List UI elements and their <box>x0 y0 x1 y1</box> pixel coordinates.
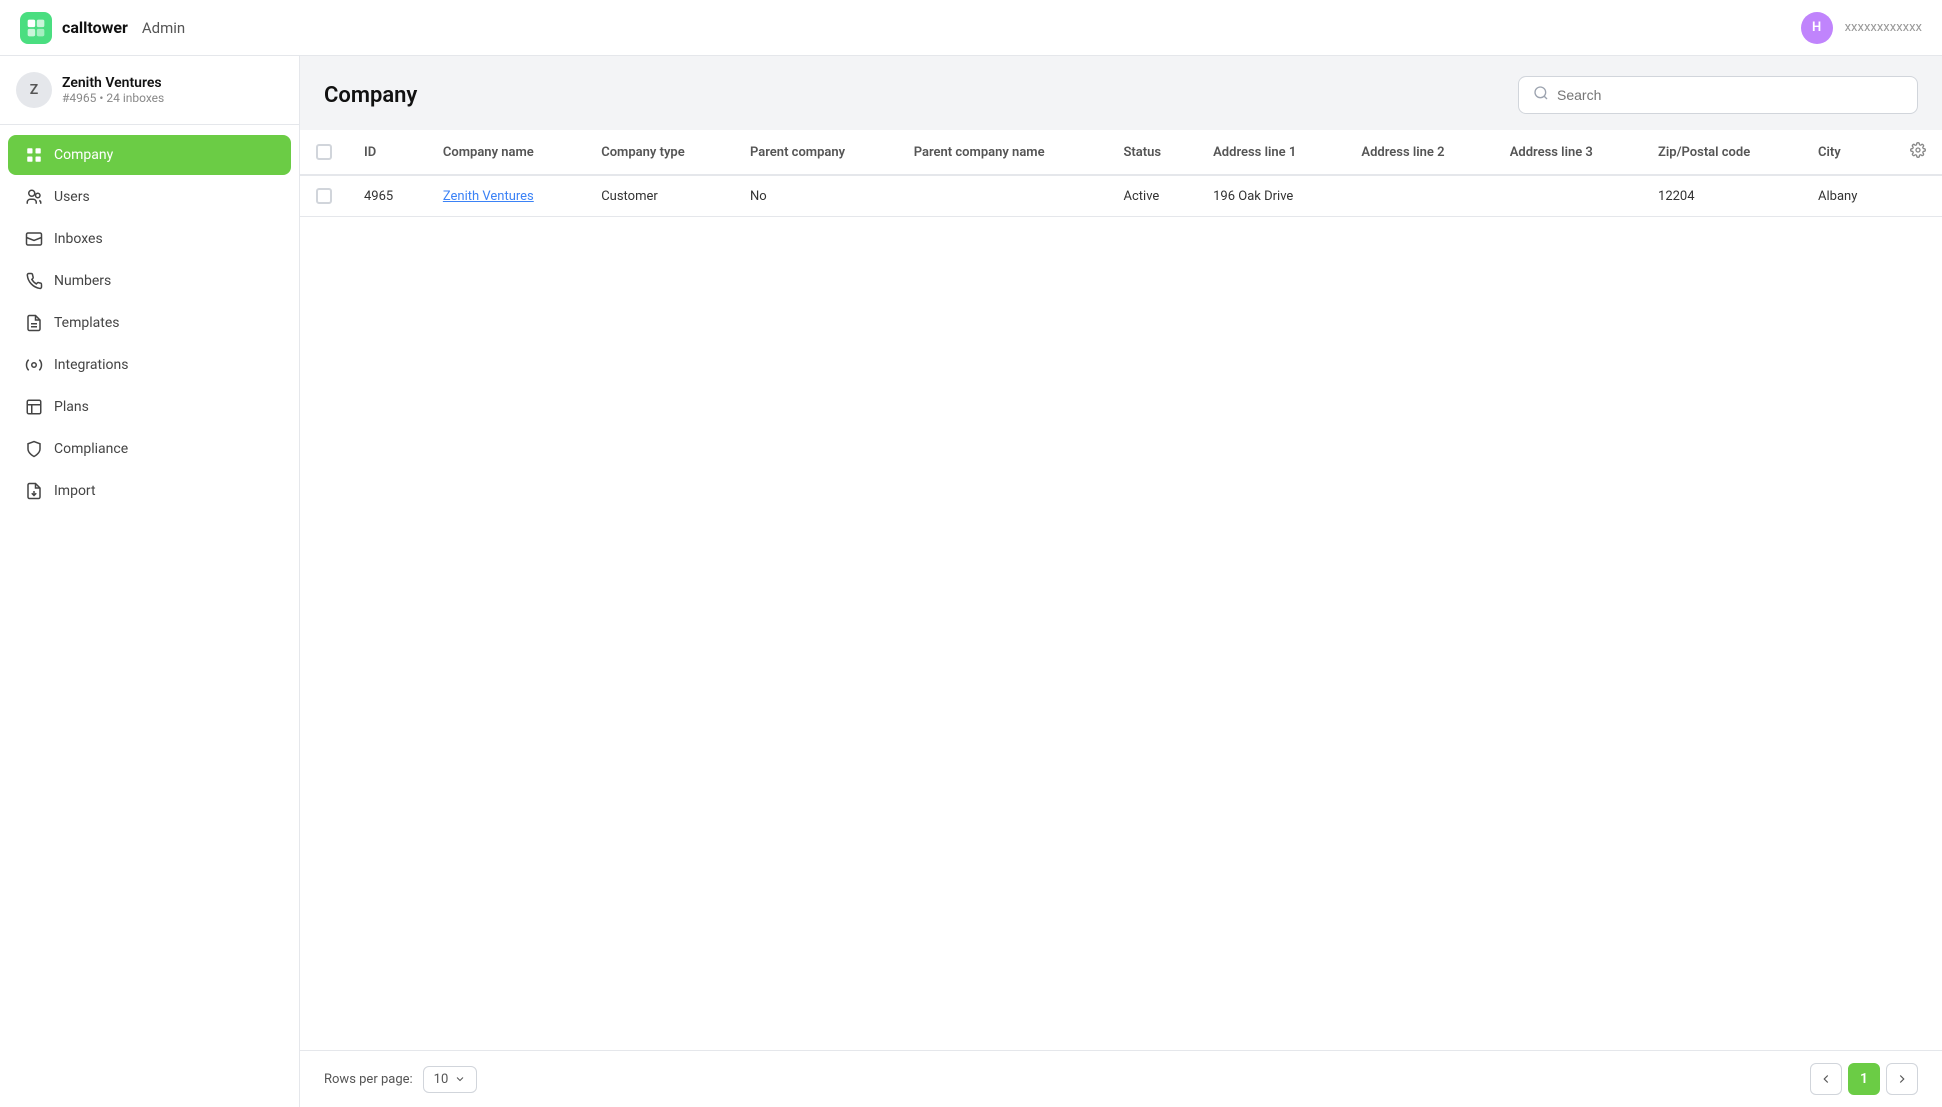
header-right: H xxxxxxxxxxxx <box>1801 12 1922 44</box>
cell-address-3 <box>1494 175 1642 217</box>
col-city: City <box>1802 130 1894 175</box>
col-settings <box>1894 130 1942 175</box>
cell-city: Albany <box>1802 175 1894 217</box>
import-label: Import <box>54 483 96 499</box>
inboxes-icon <box>24 229 44 249</box>
table-header-row: ID Company name Company type Parent comp… <box>300 130 1942 175</box>
sidebar-account: Z Zenith Ventures #4965 • 24 inboxes <box>0 56 299 125</box>
chevron-down-icon <box>454 1073 466 1085</box>
settings-icon[interactable] <box>1910 147 1926 162</box>
col-parent-company: Parent company <box>734 130 898 175</box>
rows-per-page-section: Rows per page: 10 <box>324 1066 477 1093</box>
sidebar-item-templates[interactable]: Templates <box>8 303 291 343</box>
page-nav: 1 <box>1810 1063 1918 1095</box>
sidebar-item-plans[interactable]: Plans <box>8 387 291 427</box>
page-1-button[interactable]: 1 <box>1848 1063 1880 1095</box>
sidebar-item-numbers[interactable]: Numbers <box>8 261 291 301</box>
content-header: Company <box>300 56 1942 130</box>
cell-address-1: 196 Oak Drive <box>1197 175 1345 217</box>
main-layout: Z Zenith Ventures #4965 • 24 inboxes Com… <box>0 56 1942 1107</box>
compliance-label: Compliance <box>54 441 128 457</box>
search-icon <box>1533 85 1549 105</box>
col-zip: Zip/Postal code <box>1642 130 1802 175</box>
calltower-logo <box>20 12 52 44</box>
brand-name: calltower <box>62 18 128 37</box>
header-checkbox-cell <box>300 130 348 175</box>
cell-parent-company-name <box>898 175 1108 217</box>
company-table-container: ID Company name Company type Parent comp… <box>300 130 1942 1050</box>
account-avatar: Z <box>16 72 52 108</box>
templates-label: Templates <box>54 315 120 331</box>
col-address-1: Address line 1 <box>1197 130 1345 175</box>
prev-page-button[interactable] <box>1810 1063 1842 1095</box>
table-body: 4965 Zenith Ventures Customer No Active … <box>300 175 1942 217</box>
col-address-3: Address line 3 <box>1494 130 1642 175</box>
rows-per-page-value: 10 <box>434 1072 449 1087</box>
account-sub: #4965 • 24 inboxes <box>62 91 164 105</box>
col-company-type: Company type <box>585 130 734 175</box>
sidebar-item-compliance[interactable]: Compliance <box>8 429 291 469</box>
pagination-bar: Rows per page: 10 1 <box>300 1050 1942 1107</box>
cell-status: Active <box>1108 175 1198 217</box>
search-input[interactable] <box>1557 87 1903 103</box>
select-all-checkbox[interactable] <box>316 144 332 160</box>
sidebar-item-integrations[interactable]: Integrations <box>8 345 291 385</box>
cell-id: 4965 <box>348 175 427 217</box>
plans-label: Plans <box>54 399 89 415</box>
user-name: xxxxxxxxxxxx <box>1845 20 1922 35</box>
company-table: ID Company name Company type Parent comp… <box>300 130 1942 217</box>
cell-company-type: Customer <box>585 175 734 217</box>
sidebar-nav: Company Users Inboxes N <box>0 125 299 521</box>
cell-company-name: Zenith Ventures <box>427 175 585 217</box>
templates-icon <box>24 313 44 333</box>
top-header: calltower Admin H xxxxxxxxxxxx <box>0 0 1942 56</box>
company-icon <box>24 145 44 165</box>
compliance-icon <box>24 439 44 459</box>
admin-label: Admin <box>142 19 185 37</box>
sidebar-item-inboxes[interactable]: Inboxes <box>8 219 291 259</box>
cell-zip: 12204 <box>1642 175 1802 217</box>
logo-area: calltower Admin <box>20 12 185 44</box>
cell-address-2 <box>1345 175 1493 217</box>
table-row: 4965 Zenith Ventures Customer No Active … <box>300 175 1942 217</box>
rows-per-page-label: Rows per page: <box>324 1072 413 1087</box>
inboxes-label: Inboxes <box>54 231 103 247</box>
next-page-button[interactable] <box>1886 1063 1918 1095</box>
company-label: Company <box>54 147 113 163</box>
import-icon <box>24 481 44 501</box>
company-name-link[interactable]: Zenith Ventures <box>443 189 534 204</box>
rows-per-page-select[interactable]: 10 <box>423 1066 478 1093</box>
sidebar: Z Zenith Ventures #4965 • 24 inboxes Com… <box>0 56 300 1107</box>
plans-icon <box>24 397 44 417</box>
user-avatar[interactable]: H <box>1801 12 1833 44</box>
integrations-label: Integrations <box>54 357 128 373</box>
row-checkbox[interactable] <box>316 188 332 204</box>
col-id: ID <box>348 130 427 175</box>
integrations-icon <box>24 355 44 375</box>
col-company-name: Company name <box>427 130 585 175</box>
cell-settings <box>1894 175 1942 217</box>
search-box[interactable] <box>1518 76 1918 114</box>
numbers-label: Numbers <box>54 273 111 289</box>
numbers-icon <box>24 271 44 291</box>
content-area: Company ID Company name Comp <box>300 56 1942 1107</box>
account-name: Zenith Ventures <box>62 75 164 91</box>
sidebar-item-company[interactable]: Company <box>8 135 291 175</box>
col-address-2: Address line 2 <box>1345 130 1493 175</box>
col-status: Status <box>1108 130 1198 175</box>
sidebar-item-import[interactable]: Import <box>8 471 291 511</box>
cell-parent-company: No <box>734 175 898 217</box>
sidebar-item-users[interactable]: Users <box>8 177 291 217</box>
account-info: Zenith Ventures #4965 • 24 inboxes <box>62 75 164 105</box>
col-parent-company-name: Parent company name <box>898 130 1108 175</box>
page-title: Company <box>324 83 417 108</box>
users-icon <box>24 187 44 207</box>
users-label: Users <box>54 189 90 205</box>
